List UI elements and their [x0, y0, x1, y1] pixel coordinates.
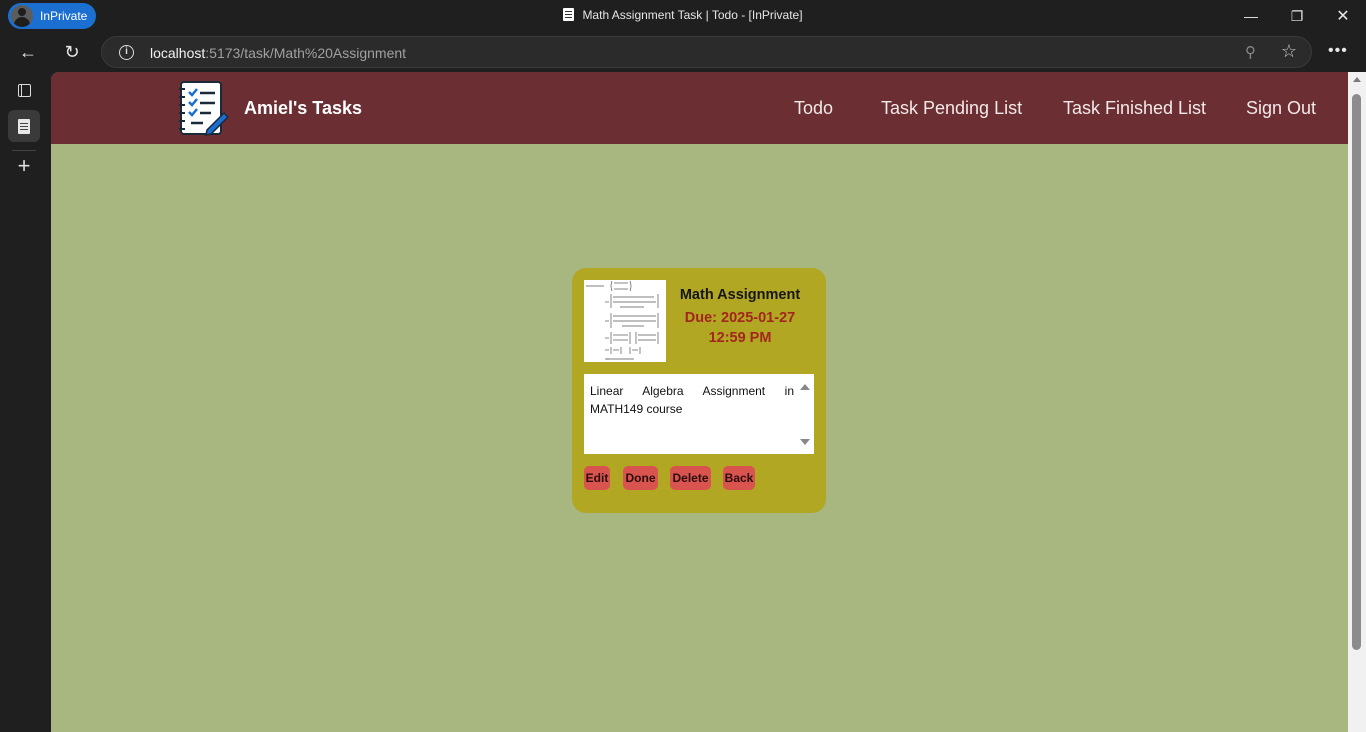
- favorite-star-icon[interactable]: ☆: [1281, 41, 1297, 62]
- url-bar[interactable]: i localhost:5173/task/Math%20Assignment …: [101, 36, 1312, 68]
- vertical-tabs-sidebar: +: [0, 72, 51, 732]
- refresh-icon[interactable]: ↻: [57, 38, 87, 66]
- tab-actions-icon[interactable]: [8, 74, 40, 106]
- site-header: Amiel's Tasks Todo Task Pending List Tas…: [51, 72, 1348, 144]
- address-toolbar: ← ↻ i localhost:5173/task/Math%20Assignm…: [0, 32, 1366, 72]
- window-title: Math Assignment Task | Todo - [InPrivate…: [0, 8, 1366, 22]
- scroll-down-arrow-icon[interactable]: [800, 439, 810, 445]
- page-viewport: Amiel's Tasks Todo Task Pending List Tas…: [51, 72, 1366, 732]
- delete-button[interactable]: Delete: [670, 466, 711, 490]
- done-button[interactable]: Done: [623, 466, 658, 490]
- back-button[interactable]: Back: [723, 466, 755, 490]
- close-window-button[interactable]: ✕: [1320, 0, 1366, 32]
- nav-todo-link[interactable]: Todo: [794, 98, 833, 119]
- more-options-icon[interactable]: •••: [1328, 42, 1348, 60]
- minimize-button[interactable]: —: [1228, 0, 1274, 32]
- url-text[interactable]: localhost:5173/task/Math%20Assignment: [150, 45, 406, 61]
- task-due-date: Due: 2025-01-27 12:59 PM: [684, 310, 796, 346]
- edit-button[interactable]: Edit: [584, 466, 610, 490]
- active-tab-icon[interactable]: [8, 110, 40, 142]
- back-arrow-icon[interactable]: ←: [13, 38, 43, 66]
- nav-task-pending-link[interactable]: Task Pending List: [881, 98, 1022, 119]
- url-host: localhost: [150, 45, 206, 61]
- window-title-text: Math Assignment Task | Todo - [InPrivate…: [582, 8, 803, 22]
- nav-sign-out-link[interactable]: Sign Out: [1246, 98, 1316, 119]
- window-titlebar: InPrivate Math Assignment Task | Todo - …: [0, 0, 1366, 32]
- scrollbar-thumb[interactable]: [1352, 94, 1361, 650]
- task-description-box[interactable]: Linear Algebra Assignment in MATH149 cou…: [584, 374, 814, 454]
- zoom-icon[interactable]: ⚲: [1245, 43, 1256, 61]
- page-favicon-icon: [563, 8, 575, 21]
- site-info-icon[interactable]: i: [119, 45, 134, 60]
- new-tab-plus-icon[interactable]: +: [8, 150, 40, 182]
- task-description: Linear Algebra Assignment in MATH149 cou…: [590, 384, 794, 416]
- url-path: :5173/task/Math%20Assignment: [205, 45, 407, 61]
- task-image: [584, 280, 666, 362]
- scrollbar-up-arrow-icon[interactable]: [1353, 77, 1361, 82]
- todo-notebook-logo-icon[interactable]: [177, 80, 229, 136]
- nav-task-finished-link[interactable]: Task Finished List: [1063, 98, 1206, 119]
- restore-button[interactable]: ❐: [1274, 0, 1320, 32]
- page-scrollbar[interactable]: [1348, 72, 1366, 732]
- scroll-up-arrow-icon[interactable]: [800, 384, 810, 390]
- site-brand[interactable]: Amiel's Tasks: [244, 98, 362, 119]
- task-title: Math Assignment: [679, 287, 801, 303]
- task-card: Math Assignment Due: 2025-01-27 12:59 PM…: [572, 268, 826, 513]
